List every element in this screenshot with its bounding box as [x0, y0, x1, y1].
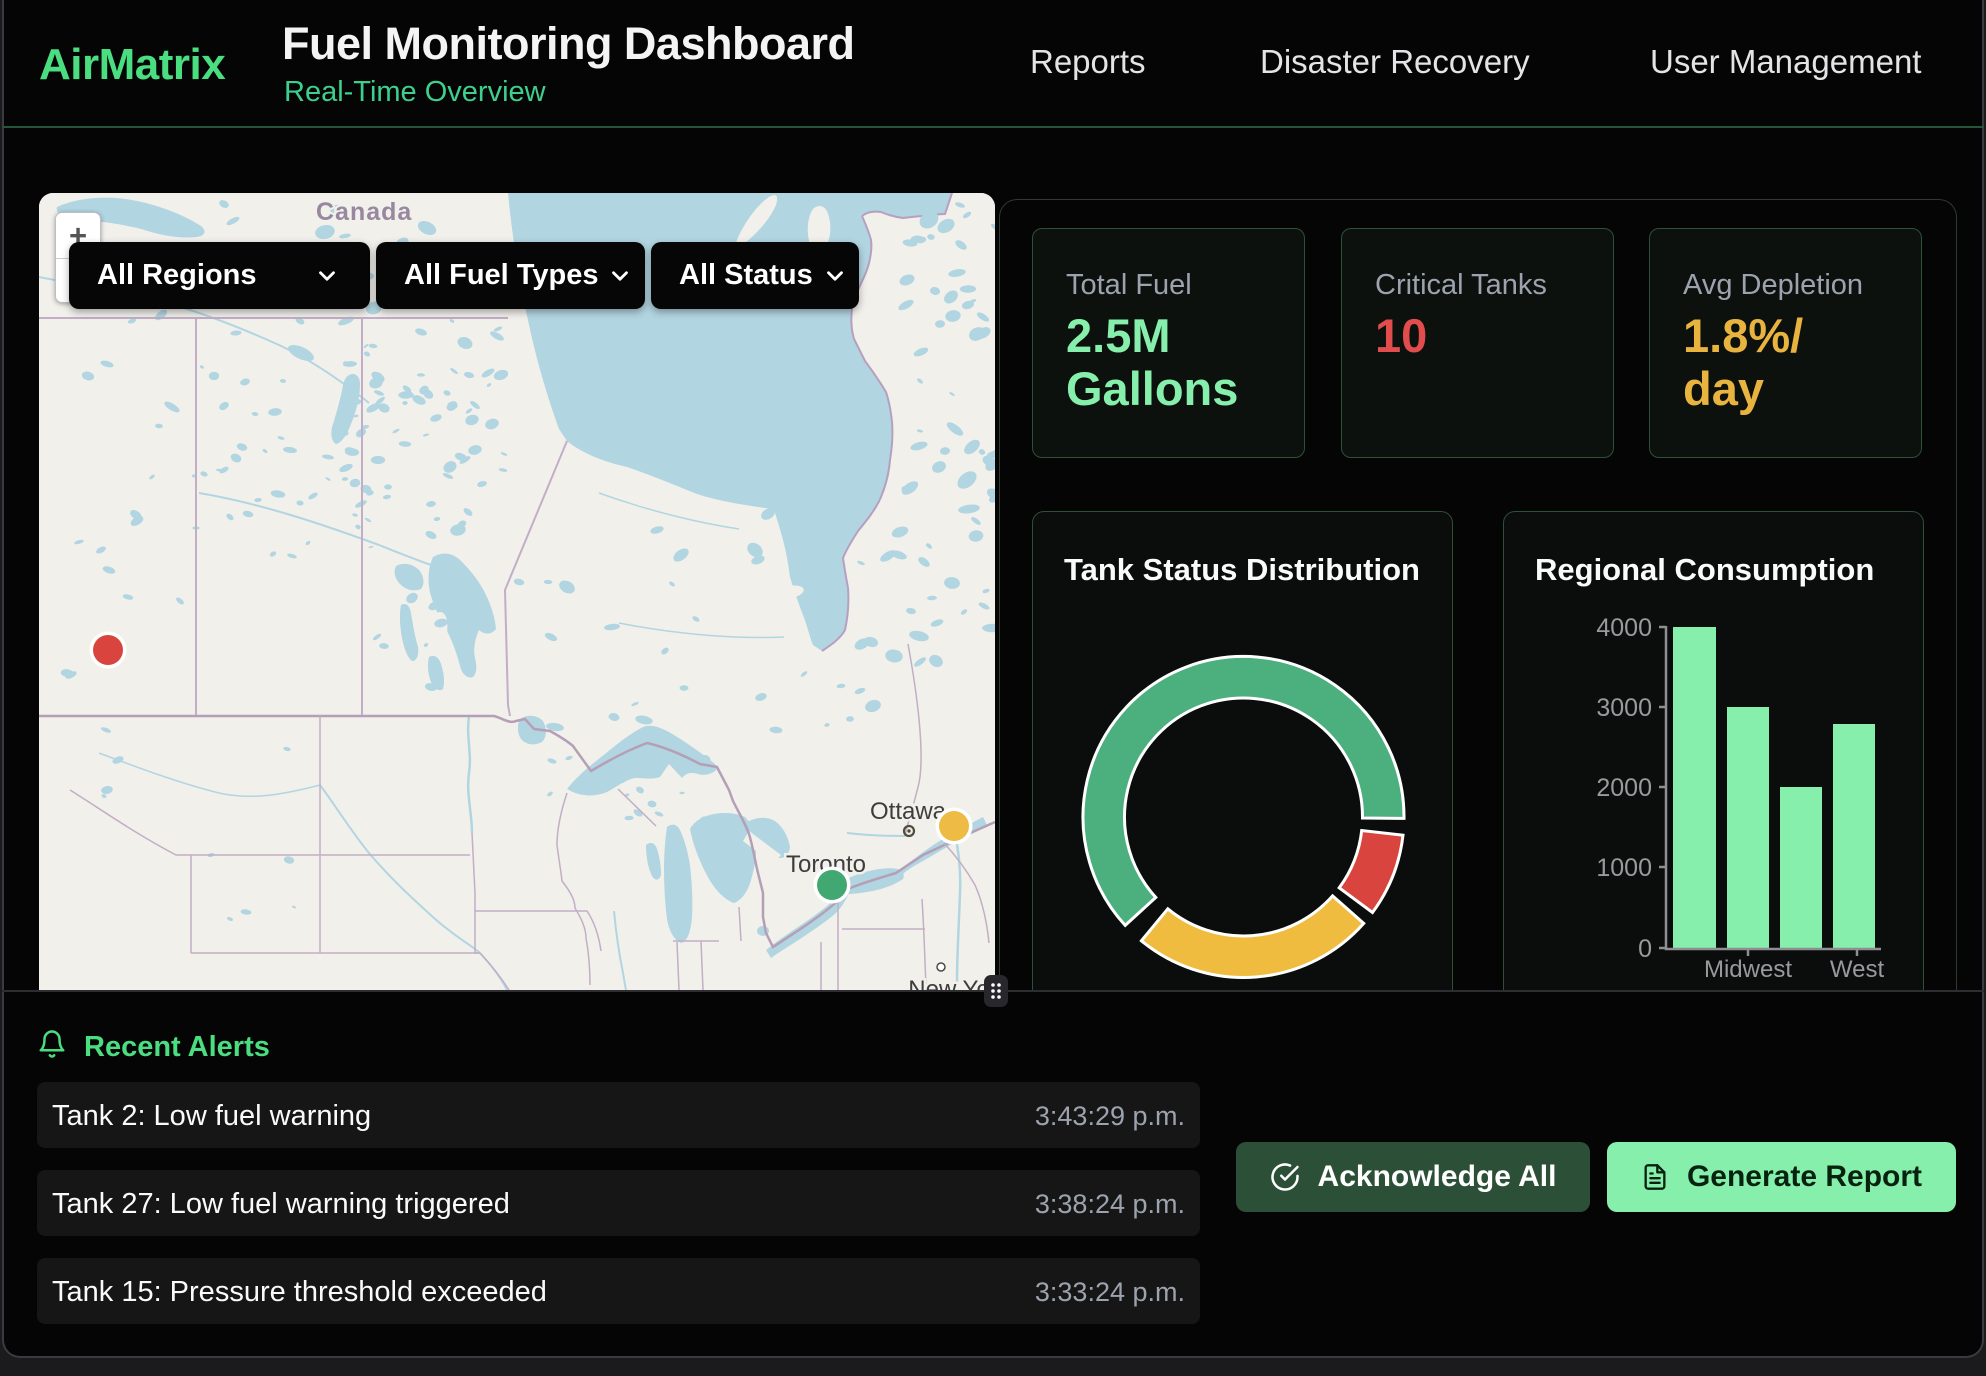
svg-text:2000: 2000 [1596, 774, 1652, 802]
svg-text:Canada: Canada [316, 198, 412, 226]
svg-text:0: 0 [1638, 935, 1652, 963]
svg-text:1000: 1000 [1596, 854, 1652, 882]
svg-text:Midwest: Midwest [1704, 956, 1792, 983]
svg-text:4000: 4000 [1596, 614, 1652, 642]
svg-text:West: West [1830, 956, 1885, 983]
svg-text:3000: 3000 [1596, 694, 1652, 722]
svg-text:Ottawa: Ottawa [870, 798, 947, 825]
svg-text:New York: New York [908, 976, 995, 990]
